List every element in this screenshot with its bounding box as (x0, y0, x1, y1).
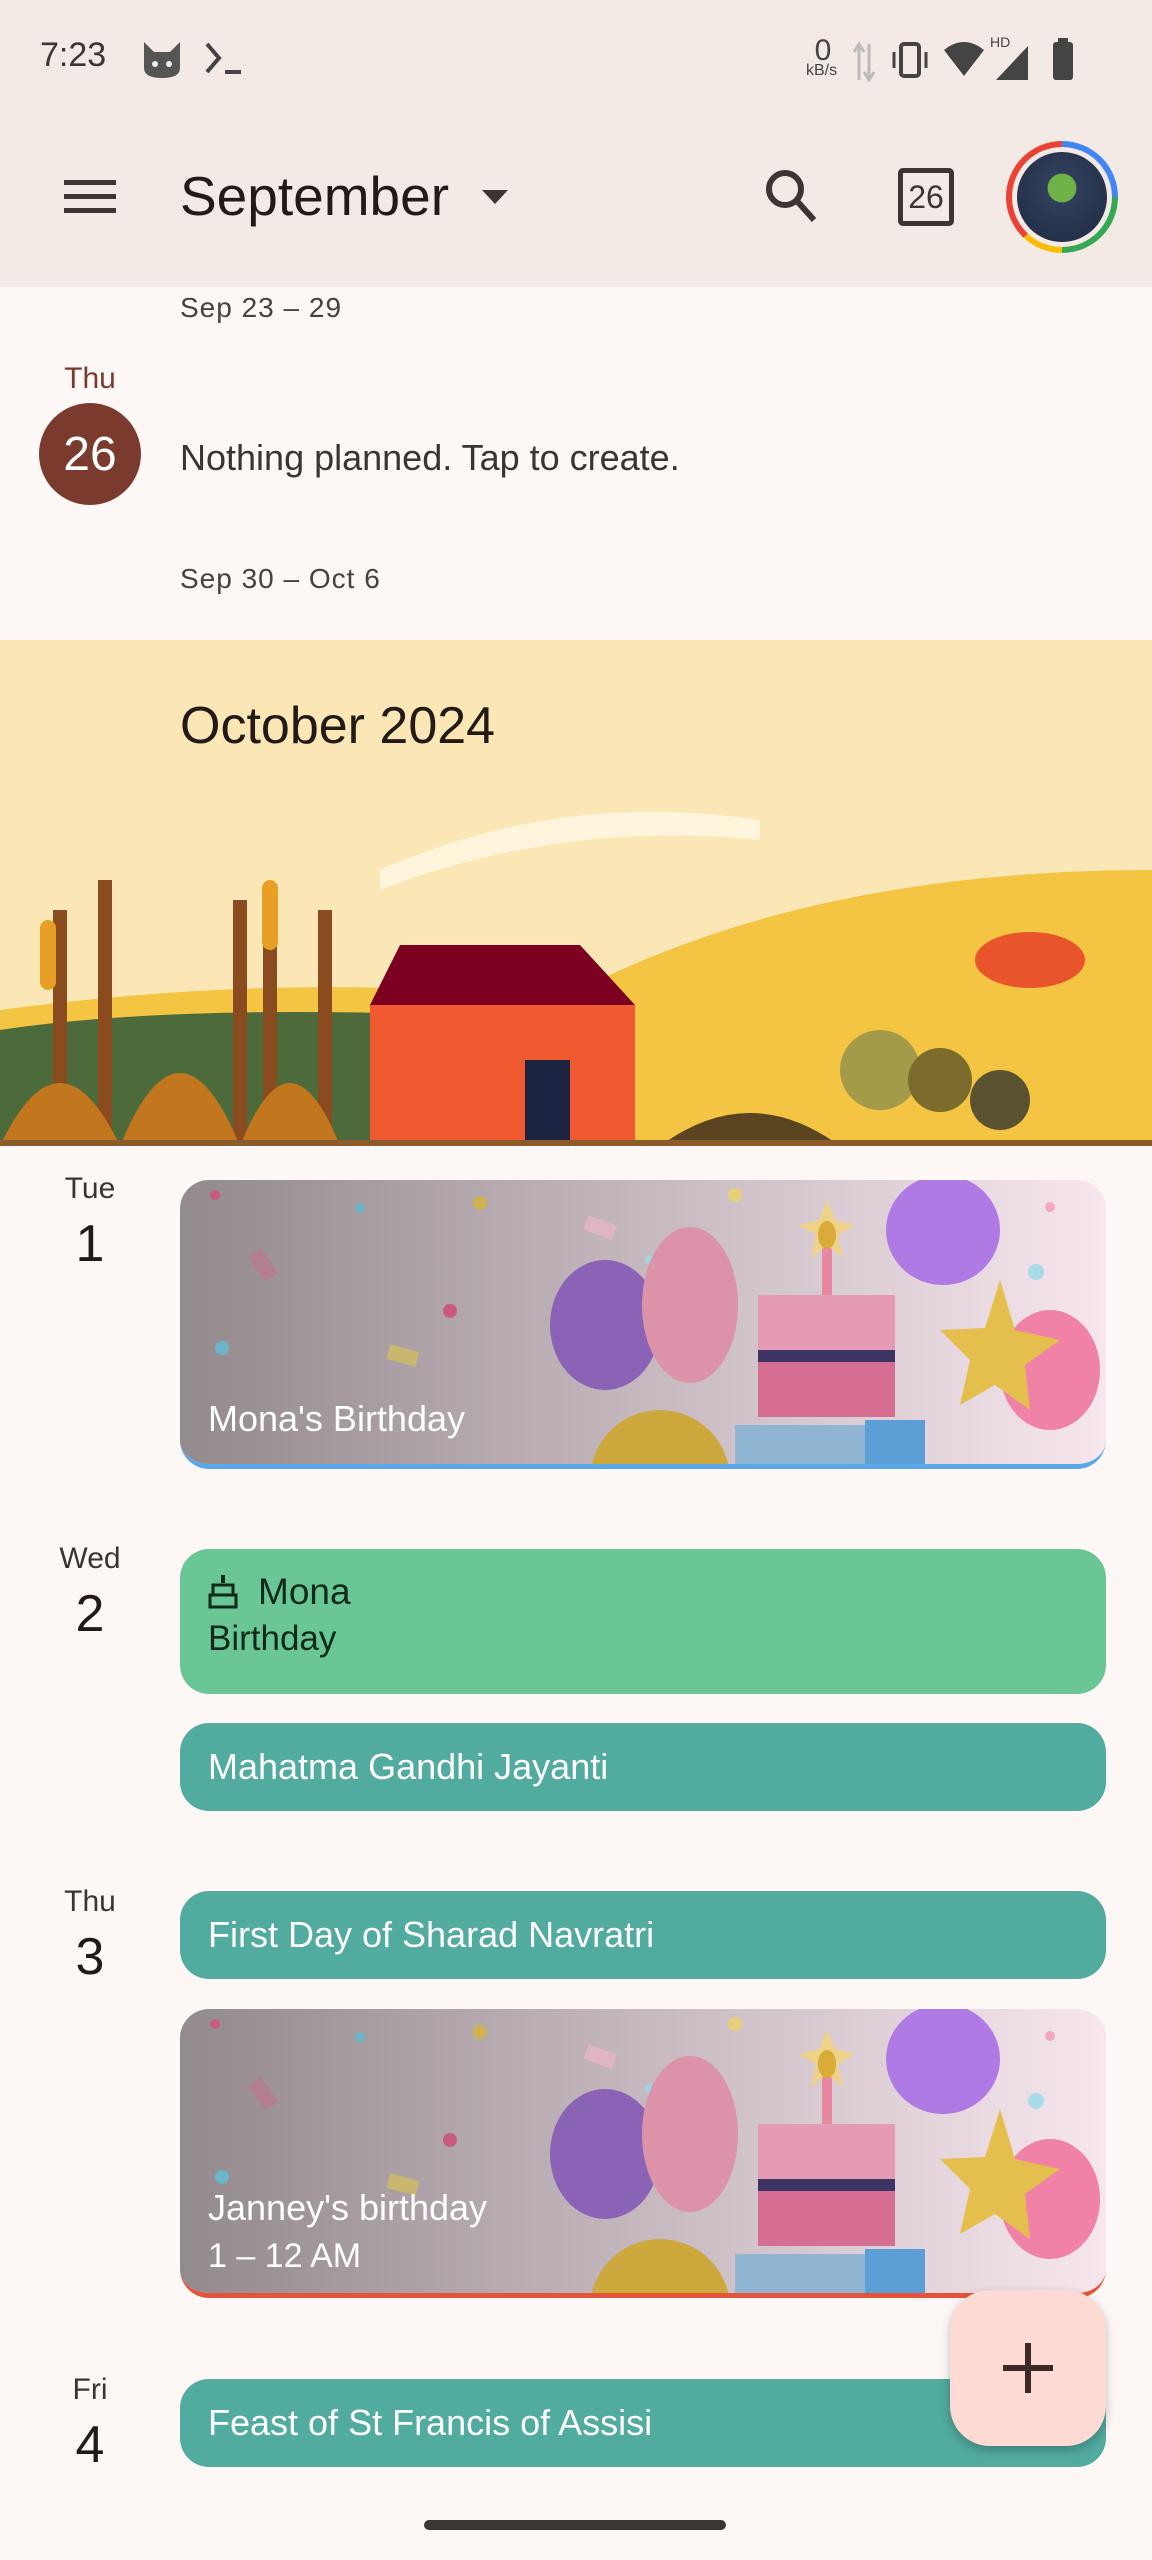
signal-icon (996, 46, 1028, 80)
home-gesture-bar[interactable] (424, 2520, 726, 2530)
event-birthday-card[interactable]: Mona's Birthday (180, 1180, 1106, 1469)
day-number: 1 (75, 1215, 105, 1273)
wifi-icon (944, 42, 984, 76)
event-title: Janney's birthday (208, 2187, 488, 2228)
cat-icon (144, 42, 180, 78)
week-range: Sep 23 – 29 (180, 292, 343, 323)
event-title: Mona (258, 1571, 351, 1612)
today-date-circle[interactable]: 26 (39, 403, 141, 505)
month-title[interactable]: September (180, 164, 449, 228)
terminal-icon (205, 42, 241, 74)
today-dow: Thu (64, 362, 116, 395)
event-subtitle: Birthday (208, 1619, 337, 1658)
day-dow: Fri (72, 2373, 108, 2406)
event-chip[interactable]: Mahatma Gandhi Jayanti (180, 1723, 1106, 1811)
vibrate-icon (892, 42, 928, 78)
battery-icon (1053, 38, 1073, 80)
day-number: 2 (75, 1585, 105, 1643)
data-arrows-icon (852, 41, 876, 82)
event-title: Mona's Birthday (208, 1398, 465, 1439)
day-dow: Wed (59, 1542, 121, 1575)
day-dow: Tue (64, 1172, 116, 1205)
plus-icon (1003, 2343, 1053, 2393)
month-banner-title: October 2024 (180, 697, 496, 755)
menu-icon[interactable] (64, 180, 116, 214)
day-number: 4 (75, 2416, 105, 2474)
dropdown-icon[interactable] (482, 190, 508, 206)
net-unit: kB/s (806, 62, 838, 79)
event-chip[interactable]: First Day of Sharad Navratri (180, 1891, 1106, 1979)
cake-icon (208, 1575, 238, 1609)
day-dow: Thu (64, 1885, 116, 1918)
day-number: 3 (75, 1928, 105, 1986)
event-time: 1 – 12 AM (208, 2237, 362, 2275)
status-time: 7:23 (40, 36, 107, 74)
today-button[interactable]: 26 (898, 168, 954, 226)
event-card[interactable]: Mona Birthday (180, 1549, 1106, 1694)
event-birthday-card[interactable]: Janney's birthday 1 – 12 AM (180, 2009, 1106, 2298)
october-banner-illustration (0, 640, 1152, 1146)
create-event-fab[interactable] (950, 2290, 1106, 2446)
week-range: Sep 30 – Oct 6 (180, 563, 381, 594)
avatar[interactable] (1006, 141, 1118, 253)
nothing-planned[interactable]: Nothing planned. Tap to create. (180, 437, 680, 479)
search-icon[interactable] (764, 168, 818, 224)
